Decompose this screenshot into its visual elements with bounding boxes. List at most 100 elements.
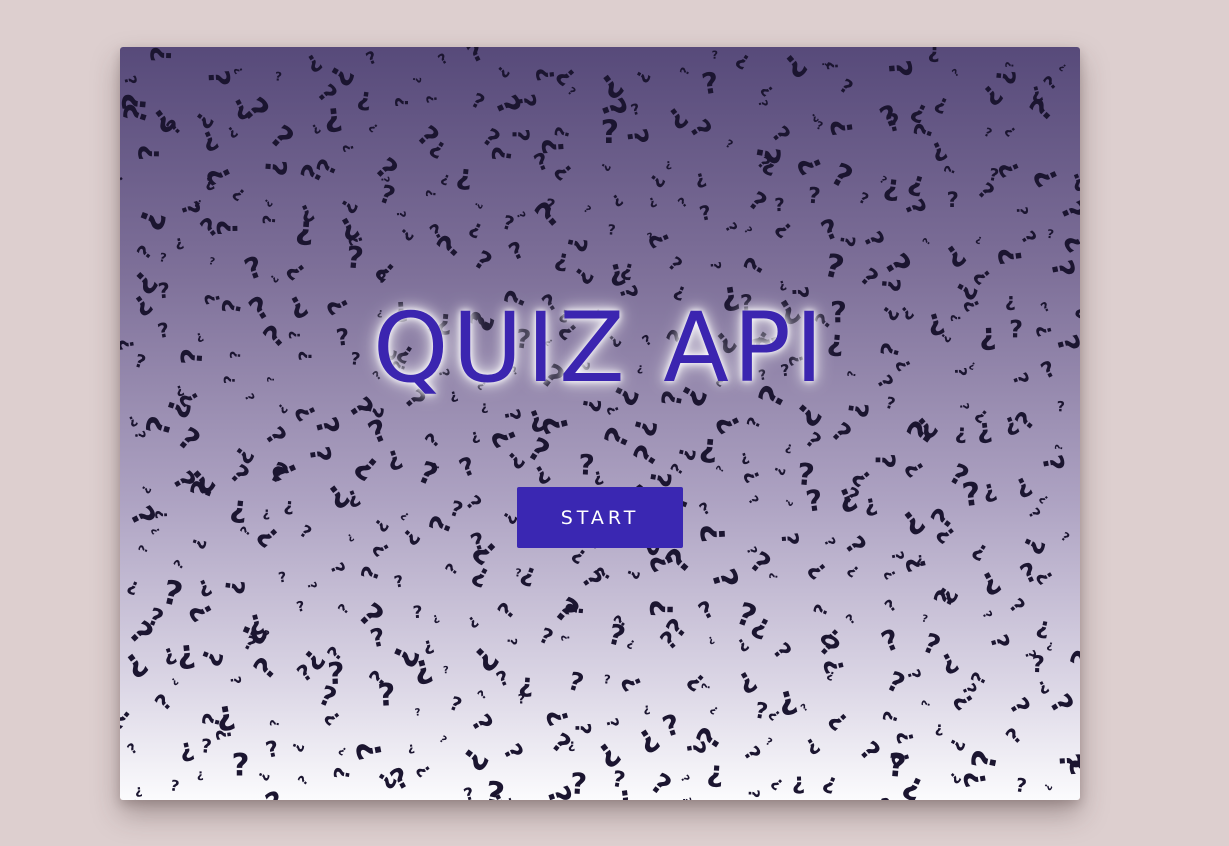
- question-mark-icon: ?: [430, 611, 441, 625]
- question-mark-icon: ?: [931, 91, 952, 118]
- question-mark-icon: ?: [1024, 505, 1044, 522]
- question-mark-icon: ?: [366, 120, 381, 135]
- question-mark-icon: ¿: [535, 625, 556, 652]
- question-mark-icon: ?: [151, 690, 178, 716]
- question-mark-icon: ?: [138, 483, 154, 496]
- question-mark-icon: ?: [1010, 470, 1037, 504]
- question-mark-icon: ?: [281, 257, 312, 285]
- question-mark-icon: ?: [267, 272, 281, 285]
- question-mark-icon: ?: [394, 210, 408, 218]
- question-mark-icon: ?: [1001, 723, 1027, 749]
- question-mark-icon: ¿: [462, 785, 477, 800]
- question-mark-icon: ?: [766, 122, 795, 149]
- question-mark-icon: ?: [133, 144, 166, 161]
- question-mark-icon: ¿: [768, 772, 788, 792]
- question-mark-icon: ?: [1040, 72, 1062, 95]
- question-mark-icon: ¿: [399, 508, 413, 522]
- question-mark-icon: ?: [767, 638, 796, 665]
- question-mark-icon: ¿: [1066, 646, 1080, 678]
- question-mark-icon: ?: [676, 195, 691, 211]
- question-mark-icon: ?: [125, 740, 141, 758]
- question-mark-icon: ?: [369, 514, 392, 535]
- question-mark-icon: ?: [396, 223, 417, 244]
- question-mark-icon: ¿: [472, 200, 485, 210]
- question-mark-icon: ?: [1002, 123, 1019, 140]
- question-mark-icon: ?: [692, 167, 708, 191]
- question-mark-icon: ?: [993, 155, 1027, 181]
- question-mark-icon: ?: [821, 246, 848, 287]
- question-mark-icon: ¿: [663, 254, 686, 278]
- question-mark-icon: ?: [431, 229, 468, 266]
- question-mark-icon: ?: [992, 244, 1030, 267]
- question-mark-icon: ¿: [695, 597, 719, 626]
- question-mark-icon: ?: [598, 161, 614, 174]
- question-mark-icon: ?: [741, 225, 753, 236]
- question-mark-icon: ?: [158, 250, 168, 265]
- question-mark-icon: ¿: [1077, 47, 1080, 83]
- question-mark-icon: ?: [171, 557, 187, 572]
- question-mark-icon: ?: [565, 666, 587, 698]
- question-mark-icon: ?: [974, 563, 1006, 602]
- question-mark-icon: ?: [791, 770, 805, 796]
- start-button[interactable]: START: [517, 487, 683, 548]
- question-mark-icon: ?: [882, 666, 910, 701]
- question-mark-icon: ?: [500, 211, 517, 235]
- question-mark-icon: ?: [935, 645, 963, 680]
- question-mark-icon: ?: [229, 183, 250, 205]
- question-mark-icon: ?: [499, 407, 525, 424]
- question-mark-icon: ?: [120, 73, 141, 87]
- question-mark-icon: ?: [124, 575, 142, 598]
- question-mark-icon: ¿: [396, 522, 423, 548]
- question-mark-icon: ?: [602, 716, 623, 730]
- question-mark-icon: ?: [607, 222, 616, 238]
- question-mark-icon: ?: [951, 67, 962, 79]
- question-mark-icon: ¿: [882, 167, 903, 203]
- question-mark-icon: ?: [581, 204, 593, 216]
- question-mark-icon: ?: [972, 179, 998, 206]
- question-mark-icon: ?: [231, 65, 245, 76]
- question-mark-icon: ?: [810, 601, 833, 619]
- question-mark-icon: ¿: [882, 565, 902, 581]
- question-mark-icon: ?: [226, 675, 243, 685]
- question-mark-icon: ?: [643, 226, 677, 252]
- question-mark-icon: ?: [283, 496, 295, 518]
- question-mark-icon: ?: [926, 135, 951, 167]
- question-mark-icon: ?: [881, 58, 918, 79]
- question-mark-icon: ?: [879, 709, 903, 726]
- question-mark-icon: ?: [494, 598, 521, 624]
- question-mark-icon: ?: [308, 120, 323, 137]
- question-mark-icon: ¿: [855, 228, 887, 254]
- question-mark-icon: ¿: [648, 599, 684, 618]
- question-mark-icon: ?: [944, 734, 969, 754]
- question-mark-icon: ?: [493, 62, 513, 81]
- question-mark-icon: ?: [982, 125, 994, 141]
- question-mark-icon: ?: [707, 261, 724, 270]
- question-mark-icon: ?: [743, 186, 772, 218]
- question-mark-icon: ¿: [1057, 61, 1069, 73]
- question-mark-icon: ?: [200, 735, 213, 758]
- question-mark-icon: ?: [304, 580, 320, 591]
- question-mark-icon: ?: [1054, 443, 1066, 451]
- question-mark-icon: ?: [288, 740, 308, 755]
- question-mark-icon: ¿: [660, 711, 686, 747]
- question-mark-icon: ?: [565, 85, 578, 99]
- question-mark-icon: ¿: [706, 634, 716, 647]
- question-mark-icon: ?: [819, 769, 841, 797]
- question-mark-icon: ?: [254, 769, 272, 783]
- question-mark-icon: ?: [712, 49, 719, 62]
- question-mark-icon: ?: [1077, 671, 1080, 688]
- question-mark-icon: ?: [1041, 781, 1054, 792]
- question-mark-icon: ¿: [269, 719, 284, 728]
- question-mark-icon: ?: [211, 727, 236, 742]
- question-mark-icon: ?: [856, 189, 871, 209]
- question-mark-icon: ?: [843, 561, 863, 581]
- question-mark-icon: ?: [605, 617, 629, 653]
- question-mark-icon: ?: [377, 677, 397, 714]
- question-mark-icon: ?: [625, 636, 638, 652]
- question-mark-icon: ?: [145, 47, 179, 63]
- question-mark-icon: ¿: [295, 522, 314, 544]
- question-mark-icon: ?: [964, 797, 980, 800]
- question-mark-icon: ?: [421, 429, 445, 452]
- question-mark-icon: ?: [454, 161, 474, 196]
- question-mark-icon: ¿: [677, 773, 691, 785]
